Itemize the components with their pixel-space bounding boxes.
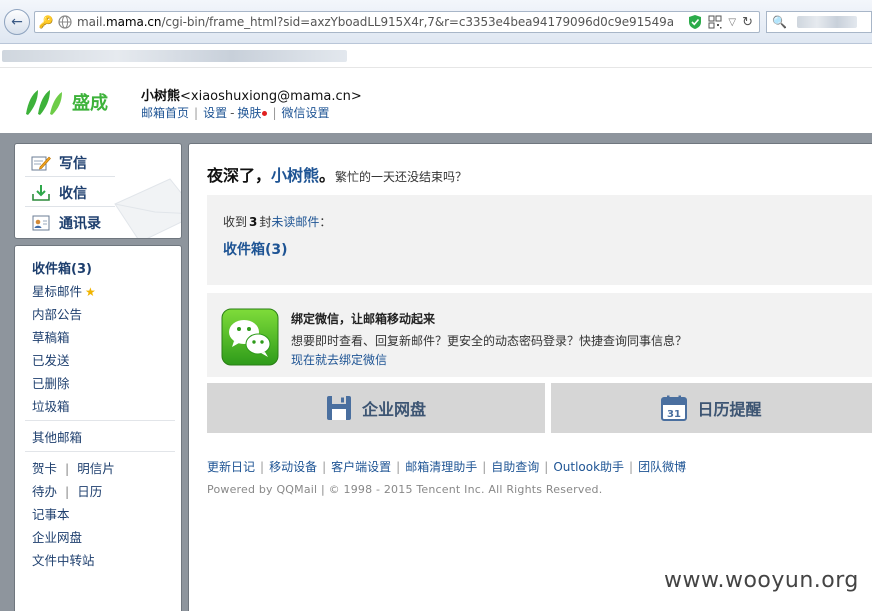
folder-drafts[interactable]: 草稿箱: [32, 327, 70, 346]
mailbox-home-link[interactable]: 邮箱首页: [141, 104, 189, 121]
floppy-disk-icon: [326, 396, 351, 420]
unread-inbox-link[interactable]: 收件箱(3): [223, 239, 288, 259]
greeting: 夜深了，小树熊。繁忙的一天还没结束吗？: [207, 166, 468, 185]
unread-count: 3: [249, 215, 258, 229]
tools-row-cards: 贺卡 | 明信片: [32, 461, 115, 476]
greeting-card-link[interactable]: 贺卡: [32, 461, 57, 476]
team-weibo-link[interactable]: 团队微博: [638, 458, 686, 475]
user-identity: 小树熊<xiaoshuxiong@mama.cn>: [141, 85, 362, 104]
change-skin-link[interactable]: 换肤: [237, 104, 261, 121]
blurred-bookmarks: [2, 50, 347, 62]
brand-logo[interactable]: 盛成: [24, 88, 108, 116]
greeting-nickname[interactable]: 小树熊: [271, 166, 319, 185]
leaf-logo-icon: [26, 90, 62, 115]
unread-mail-link[interactable]: 未读邮件: [271, 215, 319, 229]
header-links: 邮箱首页 | 设置 - 换肤 | 微信设置: [141, 104, 330, 121]
settings-link[interactable]: 设置: [203, 104, 227, 121]
address-book-icon: [32, 215, 50, 231]
site-watermark: www.wooyun.org: [664, 568, 859, 593]
browser-bookmark-bar: [0, 44, 872, 68]
reload-icon[interactable]: ↻: [742, 15, 753, 30]
blurred-text: [796, 16, 857, 28]
tools-row-todo: 待办 | 日历: [32, 484, 103, 499]
brand-name: 盛成: [72, 93, 108, 114]
inbox-download-icon: [32, 185, 50, 201]
globe-icon: [57, 14, 73, 30]
user-email: <xiaoshuxiong@mama.cn>: [180, 89, 362, 104]
compose-panel: 写信 收信 通讯录: [14, 143, 182, 239]
footer-links: 更新日记 | 移动设备 | 客户端设置 | 邮箱清理助手 | 自助查询 | Outlook…: [207, 458, 687, 475]
url-text: mail.mama.cn/cgi-bin/frame_html?sid=axzY…: [77, 15, 673, 29]
wechat-title: 绑定微信，让邮箱移动起来: [291, 312, 436, 326]
folder-starred[interactable]: 星标邮件 ★: [32, 281, 96, 300]
dropdown-triangle-icon[interactable]: ▽: [728, 17, 736, 28]
changelog-link[interactable]: 更新日记: [207, 458, 255, 475]
shield-icon[interactable]: [688, 14, 702, 30]
browser-toolbar: ← 🔑 mail.mama.cn/cgi-bin/frame_html?sid=…: [0, 0, 872, 44]
back-arrow-icon[interactable]: ←: [4, 9, 30, 35]
browser-search-box[interactable]: 🔍: [766, 11, 872, 33]
wechat-settings-link[interactable]: 微信设置: [281, 104, 329, 121]
self-service-link[interactable]: 自助查询: [491, 458, 539, 475]
wechat-promo: 绑定微信，让邮箱移动起来 想要即时查看、回复新邮件？更安全的动态密码登录？快捷查…: [207, 293, 872, 377]
qr-code-icon[interactable]: [708, 15, 722, 29]
folder-inbox[interactable]: 收件箱(3): [32, 258, 92, 277]
copyright-text: Powered by QQMail | © 1998 - 2015 Tencen…: [207, 483, 603, 496]
magnifier-icon: 🔍: [772, 15, 787, 29]
compose-button[interactable]: 写信: [31, 153, 87, 173]
bind-wechat-link[interactable]: 现在就去绑定微信: [291, 351, 387, 368]
todo-link[interactable]: 待办: [32, 484, 57, 499]
unread-line: 收到 3 封未读邮件：: [223, 215, 332, 229]
client-settings-link[interactable]: 客户端设置: [331, 458, 391, 475]
unread-summary: 收到 3 封未读邮件： 收件箱(3): [207, 195, 872, 285]
calendar-reminder-button[interactable]: 31 日历提醒: [551, 383, 872, 433]
wechat-logo-icon[interactable]: [221, 308, 279, 366]
greeting-subtitle: 繁忙的一天还没结束吗？: [335, 170, 468, 184]
calendar-link[interactable]: 日历: [77, 484, 102, 499]
svg-text:31: 31: [668, 409, 682, 420]
user-nickname: 小树熊: [141, 89, 181, 104]
contacts-button[interactable]: 通讯录: [31, 213, 101, 233]
key-icon: 🔑: [38, 15, 54, 29]
wechat-description: 想要即时查看、回复新邮件？更安全的动态密码登录？快捷查询同事信息？: [291, 334, 688, 348]
mobile-devices-link[interactable]: 移动设备: [269, 458, 317, 475]
calendar-icon: 31: [661, 395, 688, 421]
file-transfer-link[interactable]: 文件中转站: [32, 550, 95, 569]
outlook-helper-link[interactable]: Outlook助手: [553, 458, 624, 475]
mailbox-cleanup-link[interactable]: 邮箱清理助手: [405, 458, 477, 475]
folder-spam[interactable]: 垃圾箱: [32, 396, 70, 415]
folder-internal-notice[interactable]: 内部公告: [32, 304, 82, 323]
enterprise-netdisk-button[interactable]: 企业网盘: [207, 383, 545, 433]
address-bar[interactable]: 🔑 mail.mama.cn/cgi-bin/frame_html?sid=ax…: [34, 11, 760, 33]
star-icon: ★: [85, 285, 96, 299]
folder-other-mailbox[interactable]: 其他邮箱: [32, 427, 82, 446]
netdisk-link[interactable]: 企业网盘: [32, 527, 82, 546]
notes-link[interactable]: 记事本: [32, 504, 70, 523]
folder-deleted[interactable]: 已删除: [32, 373, 70, 392]
notification-dot-icon: [262, 110, 268, 116]
postcard-link[interactable]: 明信片: [77, 461, 115, 476]
envelope-decoration-icon: [114, 178, 181, 238]
receive-button[interactable]: 收信: [31, 183, 87, 203]
folder-panel: 收件箱(3) 星标邮件 ★ 内部公告 草稿箱 已发送 已删除 垃圾箱 其他邮箱 贺…: [14, 245, 182, 611]
folder-sent[interactable]: 已发送: [32, 350, 70, 369]
pencil-paper-icon: [31, 156, 51, 171]
